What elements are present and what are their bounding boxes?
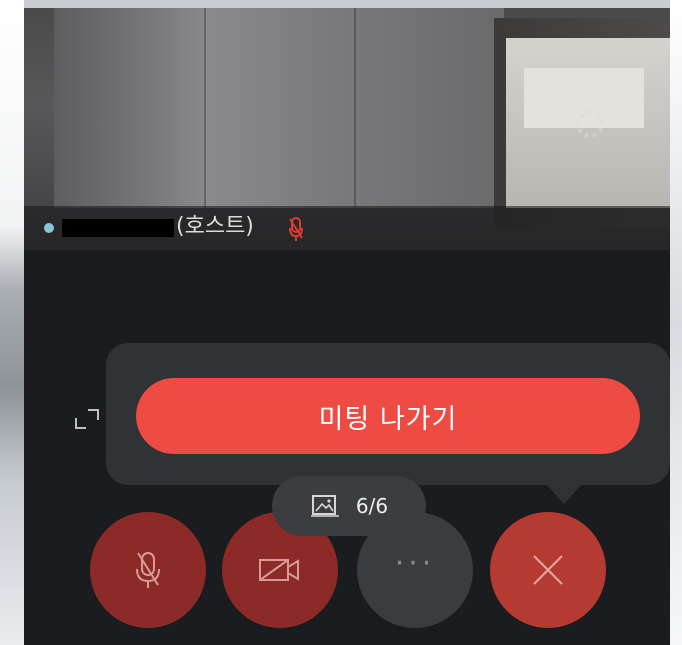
background-right (670, 0, 682, 645)
mic-muted-icon (289, 217, 303, 241)
leave-popup-tail (544, 482, 584, 504)
mic-off-icon (136, 552, 160, 588)
video-speaker-grille (576, 110, 604, 138)
background-left (0, 0, 24, 645)
camera-off-icon (259, 559, 299, 581)
meeting-window: (호스트) 미팅 나가기 ··· 6/6 (24, 8, 670, 645)
close-icon (533, 555, 563, 585)
video-wall (54, 8, 504, 208)
gallery-icon (310, 495, 339, 517)
page-indicator[interactable]: 6/6 (272, 476, 426, 536)
participant-name-redacted (62, 219, 174, 237)
page-count: 6/6 (355, 494, 389, 518)
leave-meeting-button[interactable]: 미팅 나가기 (136, 378, 640, 454)
host-tag: (호스트) (176, 214, 254, 239)
status-dot-icon (44, 223, 54, 233)
fullscreen-icon[interactable] (72, 404, 102, 434)
more-icon: ··· (394, 546, 436, 581)
end-call-button[interactable] (490, 512, 606, 628)
mic-toggle-button[interactable] (90, 512, 206, 628)
